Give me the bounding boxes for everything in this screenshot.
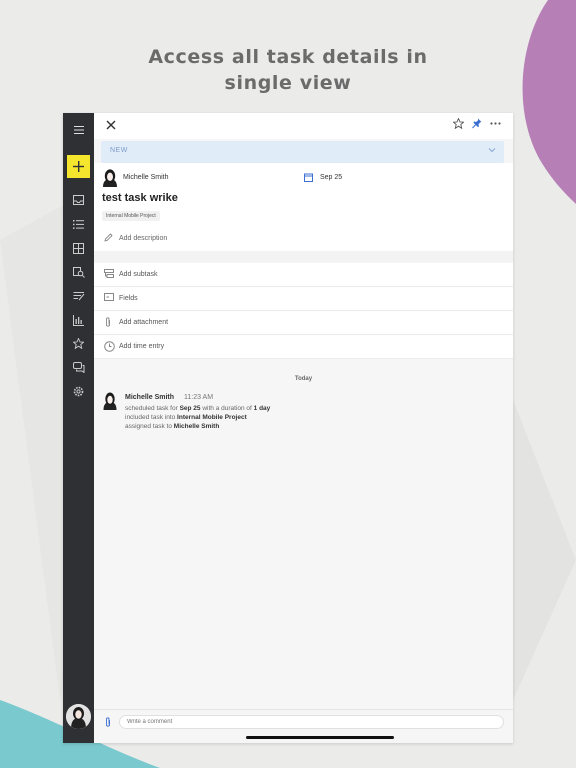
project-tag[interactable]: Internal Mobile Project bbox=[102, 211, 160, 221]
status-label: NEW bbox=[110, 147, 128, 154]
dashboard-icon[interactable] bbox=[63, 238, 94, 258]
app-window: NEW Michelle Smith Sep 25 test task wrik… bbox=[63, 113, 513, 743]
add-button[interactable] bbox=[67, 155, 90, 178]
task-title[interactable]: test task wrike bbox=[102, 192, 178, 204]
feed-assignee[interactable]: Michelle Smith bbox=[174, 423, 220, 430]
chevron-down-icon bbox=[488, 148, 496, 153]
sidebar bbox=[63, 113, 94, 743]
feed-text: scheduled task for bbox=[125, 405, 180, 412]
top-bar bbox=[94, 113, 513, 139]
settings-icon[interactable] bbox=[63, 381, 94, 401]
feed-text: with a duration of bbox=[200, 405, 254, 412]
assignee-avatar[interactable] bbox=[102, 169, 118, 187]
add-attachment-row[interactable]: Add attachment bbox=[94, 311, 513, 335]
reports-icon[interactable] bbox=[63, 310, 94, 330]
inbox-icon[interactable] bbox=[63, 190, 94, 210]
top-actions bbox=[453, 118, 501, 129]
more-icon[interactable] bbox=[490, 122, 501, 125]
chat-icon[interactable] bbox=[63, 357, 94, 377]
calendar-icon[interactable] bbox=[304, 173, 313, 182]
plus-icon bbox=[73, 161, 84, 172]
feed-avatar bbox=[103, 392, 117, 410]
task-actions: Add subtask Fields Add attachment Add ti… bbox=[94, 263, 513, 359]
home-indicator bbox=[246, 736, 394, 739]
feed-text: included task into bbox=[125, 414, 178, 421]
due-date[interactable]: Sep 25 bbox=[320, 174, 342, 181]
list-icon[interactable] bbox=[63, 214, 94, 234]
promo-line-1: Access all task details in bbox=[148, 46, 428, 68]
feed-entry-project: included task into Internal Mobile Proje… bbox=[125, 414, 247, 421]
feed-text: assigned task to bbox=[125, 423, 174, 430]
paperclip-icon bbox=[106, 317, 110, 327]
star-icon[interactable] bbox=[453, 118, 464, 129]
feed-project[interactable]: Internal Mobile Project bbox=[177, 414, 247, 421]
add-description[interactable]: Add description bbox=[119, 235, 167, 242]
assignee-name[interactable]: Michelle Smith bbox=[123, 174, 169, 181]
feed-day-header: Today bbox=[294, 376, 313, 382]
pencil-icon bbox=[104, 233, 113, 242]
status-dropdown[interactable]: NEW bbox=[101, 141, 504, 163]
feed-duration: 1 day bbox=[253, 405, 271, 412]
comment-input[interactable] bbox=[119, 715, 504, 729]
pin-icon[interactable] bbox=[472, 118, 482, 129]
menu-icon[interactable] bbox=[63, 120, 94, 140]
fields-label: Fields bbox=[119, 295, 138, 302]
feed-date: Sep 25 bbox=[179, 405, 201, 412]
fields-icon bbox=[104, 293, 114, 301]
feed-entry-assign: assigned task to Michelle Smith bbox=[125, 423, 219, 430]
add-time-entry-row[interactable]: Add time entry bbox=[94, 335, 513, 359]
add-subtask-label: Add subtask bbox=[119, 271, 158, 278]
add-attachment-label: Add attachment bbox=[119, 319, 169, 326]
avatar[interactable] bbox=[66, 704, 91, 729]
task-view: NEW Michelle Smith Sep 25 test task wrik… bbox=[94, 113, 513, 743]
section-divider bbox=[94, 251, 513, 262]
promo-headline: Access all task details in single view bbox=[0, 44, 576, 96]
promo-line-2: single view bbox=[224, 72, 352, 94]
add-time-entry-label: Add time entry bbox=[119, 343, 165, 350]
star-icon[interactable] bbox=[63, 333, 94, 353]
search-icon[interactable] bbox=[63, 262, 94, 282]
stream-icon[interactable] bbox=[63, 286, 94, 306]
add-subtask-row[interactable]: Add subtask bbox=[94, 263, 513, 287]
subtask-icon bbox=[104, 269, 114, 278]
clock-icon bbox=[104, 341, 115, 352]
feed-author[interactable]: Michelle Smith bbox=[125, 394, 174, 401]
paperclip-icon[interactable] bbox=[104, 717, 112, 728]
fields-row[interactable]: Fields bbox=[94, 287, 513, 311]
feed-time: 11:23 AM bbox=[184, 394, 214, 401]
close-icon[interactable] bbox=[104, 118, 118, 132]
feed-entry-schedule: scheduled task for Sep 25 with a duratio… bbox=[125, 405, 270, 412]
